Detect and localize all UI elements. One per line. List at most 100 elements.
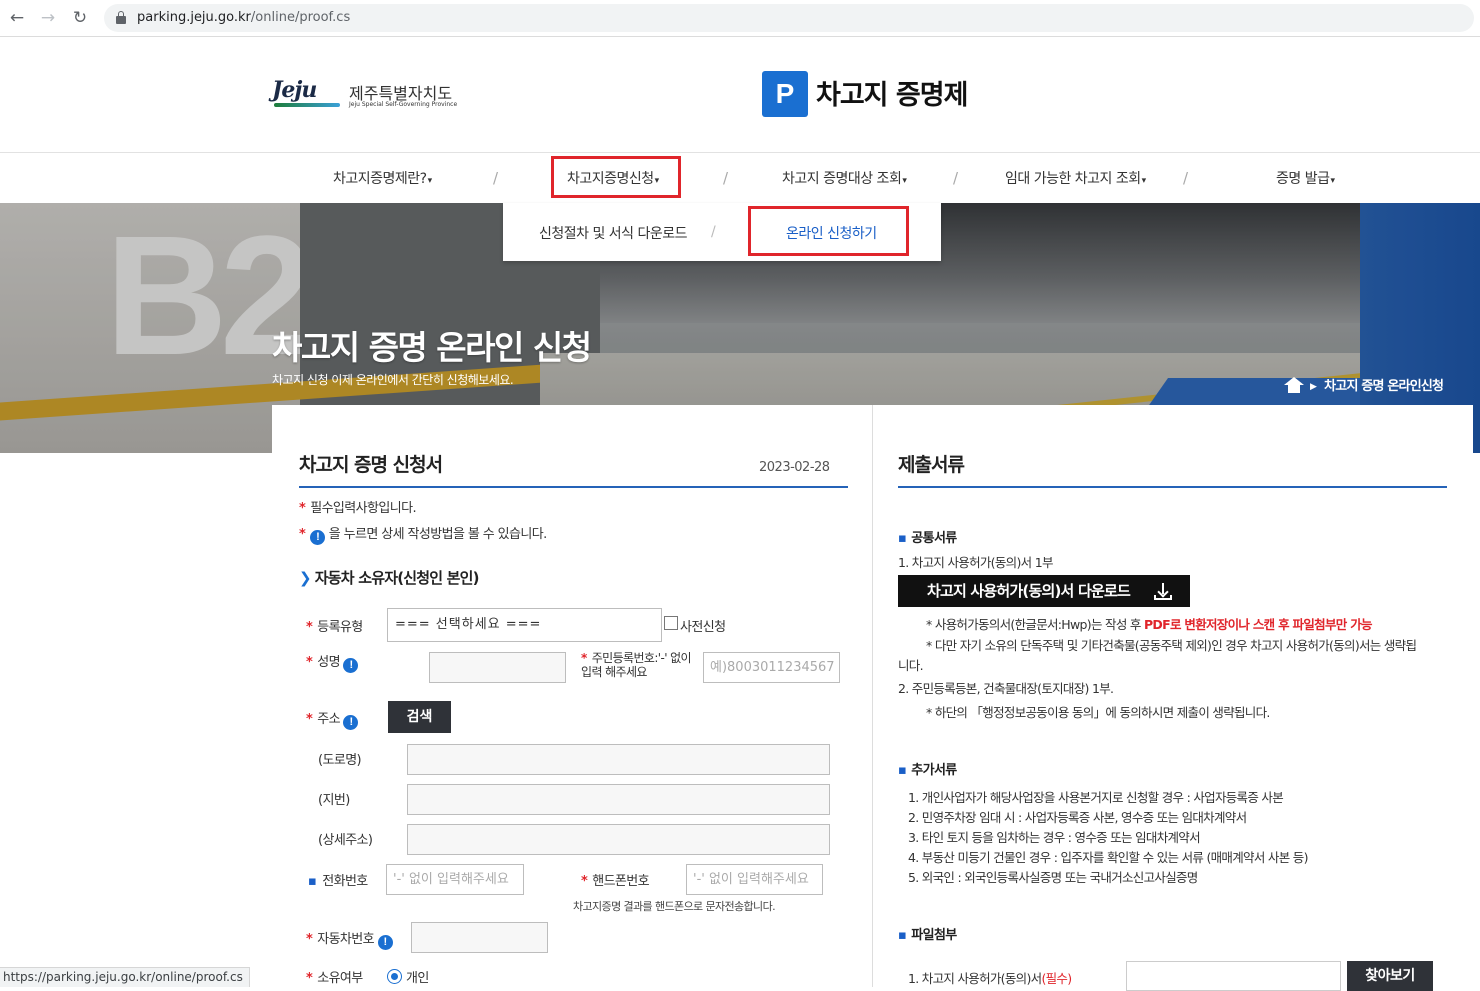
required-note-text: 필수입력사항입니다.	[310, 501, 416, 516]
caret-down-icon: ▾	[427, 176, 433, 186]
chevron-right-icon: ❯	[299, 569, 312, 587]
extra-doc-item: 1. 개인사업자가 해당사업장을 사용본거지로 신청할 경우 : 사업자등록증 …	[908, 790, 1284, 805]
ownership-radio-personal[interactable]	[387, 969, 402, 984]
docs-title: 제출서류	[898, 454, 965, 476]
info-icon[interactable]: !	[343, 715, 359, 730]
caret-down-icon: ▾	[1330, 176, 1335, 186]
parking-p-icon: P	[762, 71, 808, 117]
nav-label: 증명 발급	[1276, 171, 1330, 187]
highlight-box	[748, 206, 909, 256]
phone-input[interactable]: '-' 없이 입력해주세요	[386, 864, 524, 895]
bullet-icon: ▪	[898, 763, 907, 778]
hwp-note: * 사용허가동의서(한글문서:Hwp)는 작성 후 PDF로 변환저장이나 스캔…	[926, 617, 1373, 632]
dropdown-item-download-forms[interactable]: 신청절차 및 서식 다운로드	[539, 223, 688, 243]
lock-icon	[116, 11, 126, 24]
info-icon: !	[310, 530, 326, 545]
form-date: 2023-02-28	[759, 460, 830, 475]
nav-item-rental-lookup[interactable]: 임대 가능한 차고지 조회▾	[1005, 168, 1146, 188]
extra-doc-item: 2. 민영주차장 임대 시 : 사업자등록증 사본, 영수증 또는 임대차계약서	[908, 810, 1247, 825]
detail-address-label: (상세주소)	[318, 833, 373, 848]
ownership-label: * 소유여부	[306, 971, 363, 986]
required-asterisk: *	[299, 527, 306, 542]
info-icon[interactable]: !	[343, 658, 359, 673]
nav-item-target-lookup[interactable]: 차고지 증명대상 조회▾	[782, 168, 907, 188]
address-bar[interactable]: parking.jeju.go.kr/online/proof.cs	[104, 4, 1474, 32]
chevron-right-icon: ▶	[1310, 382, 1317, 392]
nav-item-about[interactable]: 차고지증명제란?▾	[333, 168, 432, 188]
road-address-label: (도로명)	[318, 753, 362, 768]
mobile-input[interactable]: '-' 없이 입력해주세요	[686, 864, 823, 895]
nav-separator: /	[1183, 169, 1189, 187]
ownership-option-label: 개인	[406, 971, 429, 986]
site-title: 차고지 증명제	[816, 80, 968, 111]
download-button-label: 차고지 사용허가(동의)서 다운로드	[927, 582, 1131, 600]
forward-arrow-icon[interactable]: →	[38, 8, 58, 28]
owner-exempt-note: * 다만 자기 소유의 단독주택 및 기타건축물(공동주택 제외)인 경우 차고…	[926, 638, 1417, 653]
nav-separator: /	[493, 169, 499, 187]
section-owner-heading: ❯ 자동차 소유자(신청인 본인)	[299, 567, 480, 588]
mobile-note: 차고지증명 결과를 핸드폰으로 문자전송합니다.	[573, 900, 776, 913]
breadcrumb-current: 차고지 증명 온라인신청	[1324, 379, 1444, 394]
phone-label: ▪ 전화번호	[308, 874, 368, 889]
required-note: * 필수입력사항입니다.	[299, 497, 417, 516]
mobile-label: * 핸드폰번호	[581, 874, 650, 889]
name-input[interactable]	[429, 652, 566, 683]
highlight-box	[551, 156, 681, 198]
attach-item-1: 1. 차고지 사용허가(동의)서(필수)	[908, 971, 1072, 986]
caret-down-icon: ▾	[902, 176, 907, 186]
home-icon[interactable]	[1284, 377, 1304, 393]
reload-icon[interactable]: ↻	[70, 8, 90, 28]
car-number-label: * 자동차번호 !	[306, 928, 393, 950]
nav-label: 임대 가능한 차고지 조회	[1005, 171, 1141, 187]
title-underline	[299, 486, 848, 488]
nav-separator: /	[723, 169, 729, 187]
hero-title: 차고지 증명 온라인 신청	[272, 328, 592, 367]
url-path: /online/proof.cs	[250, 10, 351, 25]
bullet-icon: ▪	[898, 531, 907, 546]
main-nav: 차고지증명제란?▾ / 차고지증명신청▾ / 차고지 증명대상 조회▾ / 임대…	[0, 152, 1480, 203]
info-icon[interactable]: !	[377, 935, 393, 950]
browser-toolbar: ← → ↻ parking.jeju.go.kr/online/proof.cs	[0, 0, 1480, 37]
car-number-input[interactable]	[411, 922, 548, 953]
column-divider	[872, 405, 873, 987]
jeju-org-name-en: Jeju Special Self-Governing Province	[349, 101, 458, 108]
jeju-logo[interactable]: Jeju 제주특별자치도 Jeju Special Self-Governing…	[272, 77, 462, 113]
form-title: 차고지 증명 신청서	[299, 454, 443, 476]
common-doc-item-1: 1. 차고지 사용허가(동의)서 1부	[898, 555, 1053, 570]
bullet-icon: ▪	[898, 928, 907, 943]
nav-label: 차고지증명제란?	[333, 171, 427, 187]
status-bar-url: https://parking.jeju.go.kr/online/proof.…	[0, 967, 250, 987]
dropdown-separator: /	[711, 224, 716, 240]
owner-exempt-note-cont: 니다.	[898, 658, 924, 673]
extra-doc-item: 3. 타인 토지 등을 임차하는 경우 : 영수증 또는 임대차계약서	[908, 830, 1201, 845]
detail-address-input[interactable]	[407, 824, 830, 855]
url-host: parking.jeju.go.kr	[137, 10, 251, 25]
reg-type-select[interactable]: === 선택하세요 ===	[387, 608, 662, 642]
common-docs-heading: ▪ 공통서류	[898, 531, 957, 546]
pre-apply-label: 사전신청	[680, 620, 726, 635]
download-icon	[1154, 583, 1172, 600]
jeju-wordmark: Jeju	[272, 77, 317, 103]
nav-item-issue[interactable]: 증명 발급▾	[1276, 168, 1335, 188]
help-note: *! 을 누르면 상세 작성방법을 볼 수 있습니다.	[299, 523, 547, 545]
road-address-input[interactable]	[407, 744, 830, 775]
rrn-input[interactable]: 예)8003011234567	[703, 652, 840, 683]
section-owner-title: 자동차 소유자(신청인 본인)	[314, 569, 480, 587]
name-label: * 성명 !	[306, 651, 359, 673]
required-asterisk: *	[299, 501, 306, 516]
nav-label: 차고지 증명대상 조회	[782, 171, 902, 187]
extra-doc-item: 5. 외국인 : 외국인등록사실증명 또는 국내거소신고사실증명	[908, 870, 1198, 885]
caret-down-icon: ▾	[1141, 176, 1147, 186]
common-doc-item-2: 2. 주민등록등본, 건축물대장(토지대장) 1부.	[898, 681, 1114, 696]
lot-address-input[interactable]	[407, 784, 830, 815]
consent-note: * 하단의 「행정정보공동이용 동의」에 동의하시면 제출이 생략됩니다.	[926, 705, 1270, 720]
breadcrumb: ▶ 차고지 증명 온라인신청	[1284, 375, 1444, 394]
content-panel: 차고지 증명 신청서 2023-02-28 * 필수입력사항입니다. *! 을 누…	[272, 405, 1473, 991]
address-search-button[interactable]: 검색	[388, 701, 451, 733]
pre-apply-checkbox[interactable]	[664, 616, 678, 630]
hero-subtitle: 차고지 신청 이제 온라인에서 간단히 신청해보세요.	[272, 373, 514, 387]
back-arrow-icon[interactable]: ←	[7, 8, 27, 28]
download-consent-form-button[interactable]: 차고지 사용허가(동의)서 다운로드	[898, 575, 1190, 607]
attach-heading: ▪ 파일첨부	[898, 928, 957, 943]
reg-type-label: * 등록유형	[306, 620, 363, 635]
